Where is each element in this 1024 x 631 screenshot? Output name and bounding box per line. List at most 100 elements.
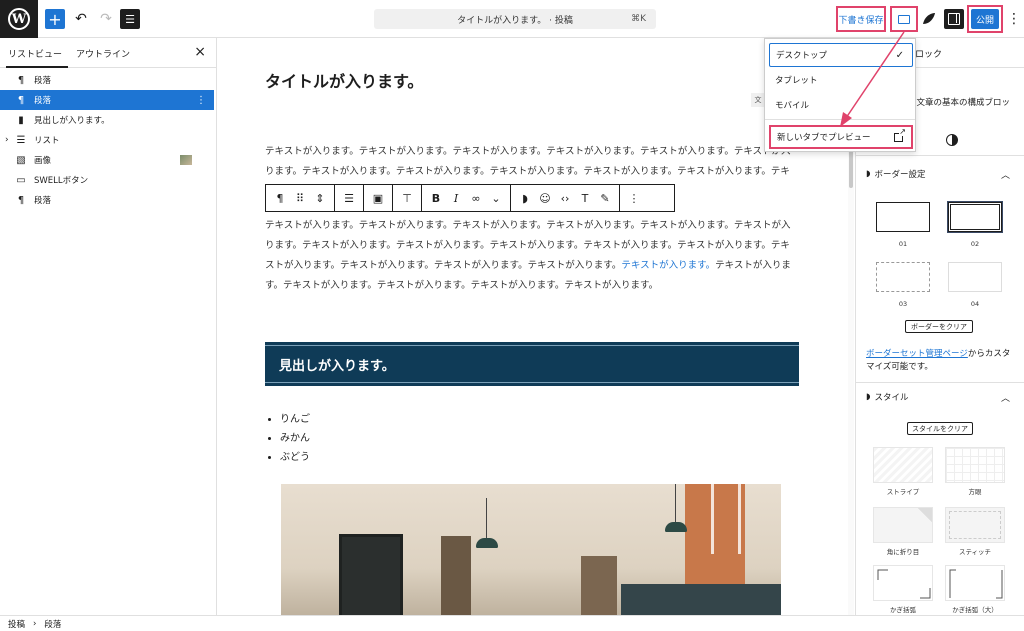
more-options-icon[interactable]: ⋮ <box>624 192 644 205</box>
list-item[interactable]: ▧ 画像 <box>0 150 214 170</box>
list-item-selected[interactable]: ¶ 段落 ⋮ <box>0 90 214 110</box>
sidebar-icon <box>948 13 960 25</box>
tab-list-view[interactable]: リストビュー <box>5 47 69 68</box>
expand-chevron-icon[interactable]: › <box>5 135 9 145</box>
border-set-link[interactable]: ボーダーセット管理ページ <box>866 349 968 359</box>
heading-block[interactable]: 見出しが入ります。 <box>265 342 799 386</box>
list-item-label: 段落 <box>34 76 52 86</box>
swell-leaf-icon[interactable]: ◗ <box>515 192 535 205</box>
border-settings-header[interactable]: ◗ ボーダー設定 <box>866 168 926 180</box>
font-size-icon[interactable]: T <box>575 192 595 205</box>
swell-leaf-icon: ◗ <box>866 392 871 402</box>
code-icon[interactable]: ‹› <box>555 192 575 205</box>
border-option-03[interactable] <box>876 262 930 292</box>
link-icon[interactable]: ∞ <box>466 192 486 205</box>
style-option-stitch[interactable] <box>945 507 1005 543</box>
chevron-up-icon[interactable]: ︿ <box>1001 168 1010 181</box>
add-block-button[interactable]: + <box>45 9 65 29</box>
list-item-label: 画像 <box>34 156 52 166</box>
move-up-down-icon[interactable]: ⇕ <box>310 192 330 205</box>
drag-handle-icon[interactable]: ⠿ <box>290 192 310 205</box>
device-visibility-icon[interactable]: ▣ <box>368 192 388 205</box>
breadcrumb-paragraph[interactable]: 段落 <box>44 618 61 630</box>
tab-outline[interactable]: アウトライン <box>76 47 130 60</box>
redo-icon[interactable]: ↷ <box>97 9 115 29</box>
border-option-01[interactable] <box>876 202 930 232</box>
undo-icon[interactable]: ↶ <box>72 9 90 29</box>
list-item: ぶどう <box>280 448 310 467</box>
list-icon: ☰ <box>16 134 26 146</box>
command-palette-bar[interactable]: タイトルが入ります。 · 投稿 ⌘K <box>374 9 656 29</box>
styles-icon[interactable] <box>946 134 958 146</box>
swell-leaf-icon: ◗ <box>866 169 871 179</box>
menu-item-preview-new-tab[interactable]: 新しいタブでプレビュー <box>769 125 913 149</box>
image-icon: ▧ <box>16 154 26 166</box>
settings-sidebar-button[interactable] <box>944 9 964 29</box>
marker-icon[interactable]: ⊤ <box>397 192 417 205</box>
chevron-down-icon[interactable]: ⌄ <box>486 192 506 205</box>
post-title[interactable]: タイトルが入ります。 <box>265 68 423 92</box>
style-option-brackets-large[interactable] <box>945 565 1005 601</box>
more-options-icon[interactable]: ⋮ <box>1007 10 1021 28</box>
tab-block[interactable]: ロック <box>915 47 942 60</box>
border-option-label: 01 <box>898 240 908 248</box>
style-option-grid[interactable] <box>945 447 1005 483</box>
style-option-label: 角に折り目 <box>886 548 920 556</box>
image-block[interactable] <box>281 484 781 615</box>
external-link-icon <box>894 127 906 142</box>
border-option-04[interactable] <box>948 262 1002 292</box>
inline-link[interactable]: テキストが入ります。 <box>621 260 715 271</box>
paragraph-icon[interactable]: ¶ <box>270 192 290 205</box>
list-item[interactable]: › ☰ リスト <box>0 130 214 150</box>
image-thumbnail <box>180 155 192 165</box>
breadcrumb-separator: › <box>33 618 37 629</box>
list-item: みかん <box>280 429 310 448</box>
publish-button-frame[interactable]: 公開 <box>967 5 1003 33</box>
publish-button[interactable]: 公開 <box>971 9 999 29</box>
menu-item-label: デスクトップ <box>776 51 828 61</box>
paragraph-icon: ¶ <box>17 94 25 106</box>
style-option-folded-corner[interactable] <box>873 507 933 543</box>
block-options-icon[interactable]: ⋮ <box>196 95 206 106</box>
block-toolbar: ¶ ⠿ ⇕ ☰ ▣ ⊤ B I ∞ ⌄ ◗ ☺ ‹› T ✎ ⋮ <box>265 184 675 212</box>
list-block[interactable]: りんご みかん ぶどう <box>280 410 310 467</box>
bold-icon[interactable]: B <box>426 192 446 205</box>
desktop-icon <box>898 14 910 24</box>
style-section-header[interactable]: ◗ スタイル <box>866 391 909 403</box>
list-item-label: リスト <box>34 136 60 146</box>
breadcrumb-post[interactable]: 投稿 <box>8 618 25 630</box>
menu-item-tablet[interactable]: タブレット <box>769 68 913 92</box>
list-view-toggle-button[interactable]: ☰ <box>120 9 140 29</box>
text-chip: 文 <box>751 93 765 107</box>
border-option-label: 03 <box>898 300 908 308</box>
border-option-02[interactable] <box>948 202 1002 232</box>
list-item[interactable]: ▮ 見出しが入ります。 <box>0 110 214 130</box>
preview-device-button[interactable] <box>890 6 918 32</box>
wordpress-logo-icon[interactable]: W <box>0 0 38 38</box>
italic-icon[interactable]: I <box>446 192 466 205</box>
border-set-info: ボーダーセット管理ページからカスタマイズ可能です。 <box>866 348 1016 374</box>
clear-style-button[interactable]: スタイルをクリア <box>907 422 973 435</box>
menu-item-desktop[interactable]: デスクトップ ✓ <box>769 43 913 67</box>
style-option-label: 方眼 <box>968 488 982 496</box>
align-icon[interactable]: ☰ <box>339 192 359 205</box>
style-option-brackets[interactable] <box>873 565 933 601</box>
list-item[interactable]: ¶ 段落 <box>0 190 214 210</box>
list-item[interactable]: ▭ SWELLボタン <box>0 170 214 190</box>
border-option-label: 02 <box>970 240 980 248</box>
highlighter-icon[interactable]: ✎ <box>595 192 615 205</box>
list-item[interactable]: ¶ 段落 <box>0 70 214 90</box>
chevron-up-icon[interactable]: ︿ <box>1001 391 1010 404</box>
swell-leaf-icon[interactable] <box>921 11 937 27</box>
style-option-label: ストライプ <box>886 488 920 496</box>
emoji-icon[interactable]: ☺ <box>535 192 555 205</box>
paragraph-block[interactable]: テキストが入ります。テキストが入ります。テキストが入ります。テキストが入ります。… <box>265 216 799 296</box>
paragraph-icon: ¶ <box>17 194 25 206</box>
top-toolbar: W + ↶ ↷ ☰ タイトルが入ります。 · 投稿 ⌘K 下書き保存 公開 ⋮ <box>0 0 1024 38</box>
close-icon[interactable]: × <box>194 44 206 60</box>
clear-border-button[interactable]: ボーダーをクリア <box>905 320 973 333</box>
save-draft-button[interactable]: 下書き保存 <box>836 6 886 32</box>
style-option-stripe[interactable] <box>873 447 933 483</box>
heading-text: 見出しが入ります。 <box>279 358 395 374</box>
menu-item-mobile[interactable]: モバイル <box>769 93 913 117</box>
